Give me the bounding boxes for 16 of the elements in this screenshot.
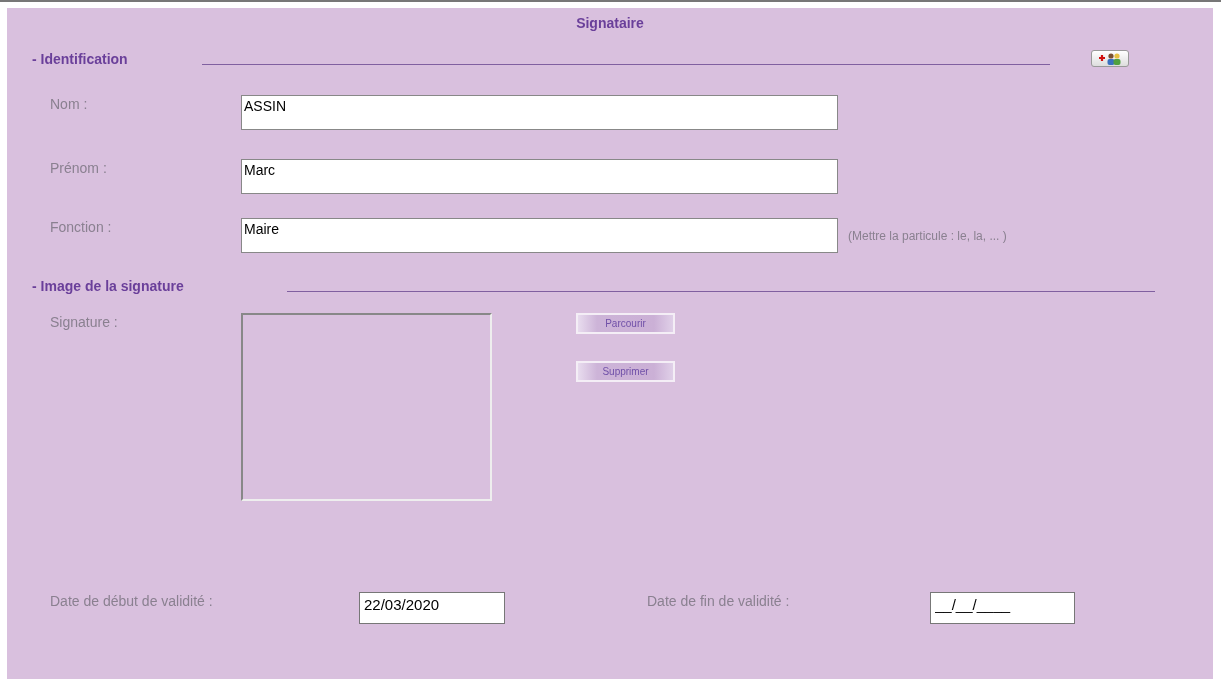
text-field[interactable]: Maire — [241, 218, 838, 253]
section-heading: - Identification — [32, 51, 129, 67]
field-label: Prénom : — [50, 160, 108, 176]
form-title: Signataire — [575, 15, 645, 33]
text-field[interactable]: Marc — [241, 159, 838, 194]
text-field[interactable]: ASSIN — [241, 95, 838, 130]
date-field[interactable]: __/__/____ — [930, 592, 1075, 624]
field-label: Signature : — [50, 314, 119, 330]
date-label: Date de début de validité : — [50, 593, 214, 609]
hint-text: (Mettre la particule : le, la, ... ) — [848, 228, 1007, 243]
section-heading: - Image de la signature — [32, 278, 185, 294]
field-label: Fonction : — [50, 219, 113, 235]
add-user-button[interactable] — [1091, 49, 1129, 67]
date-field[interactable]: 22/03/2020 — [359, 592, 505, 624]
date-label: Date de fin de validité : — [647, 593, 791, 609]
field-label: Nom : — [50, 96, 89, 112]
